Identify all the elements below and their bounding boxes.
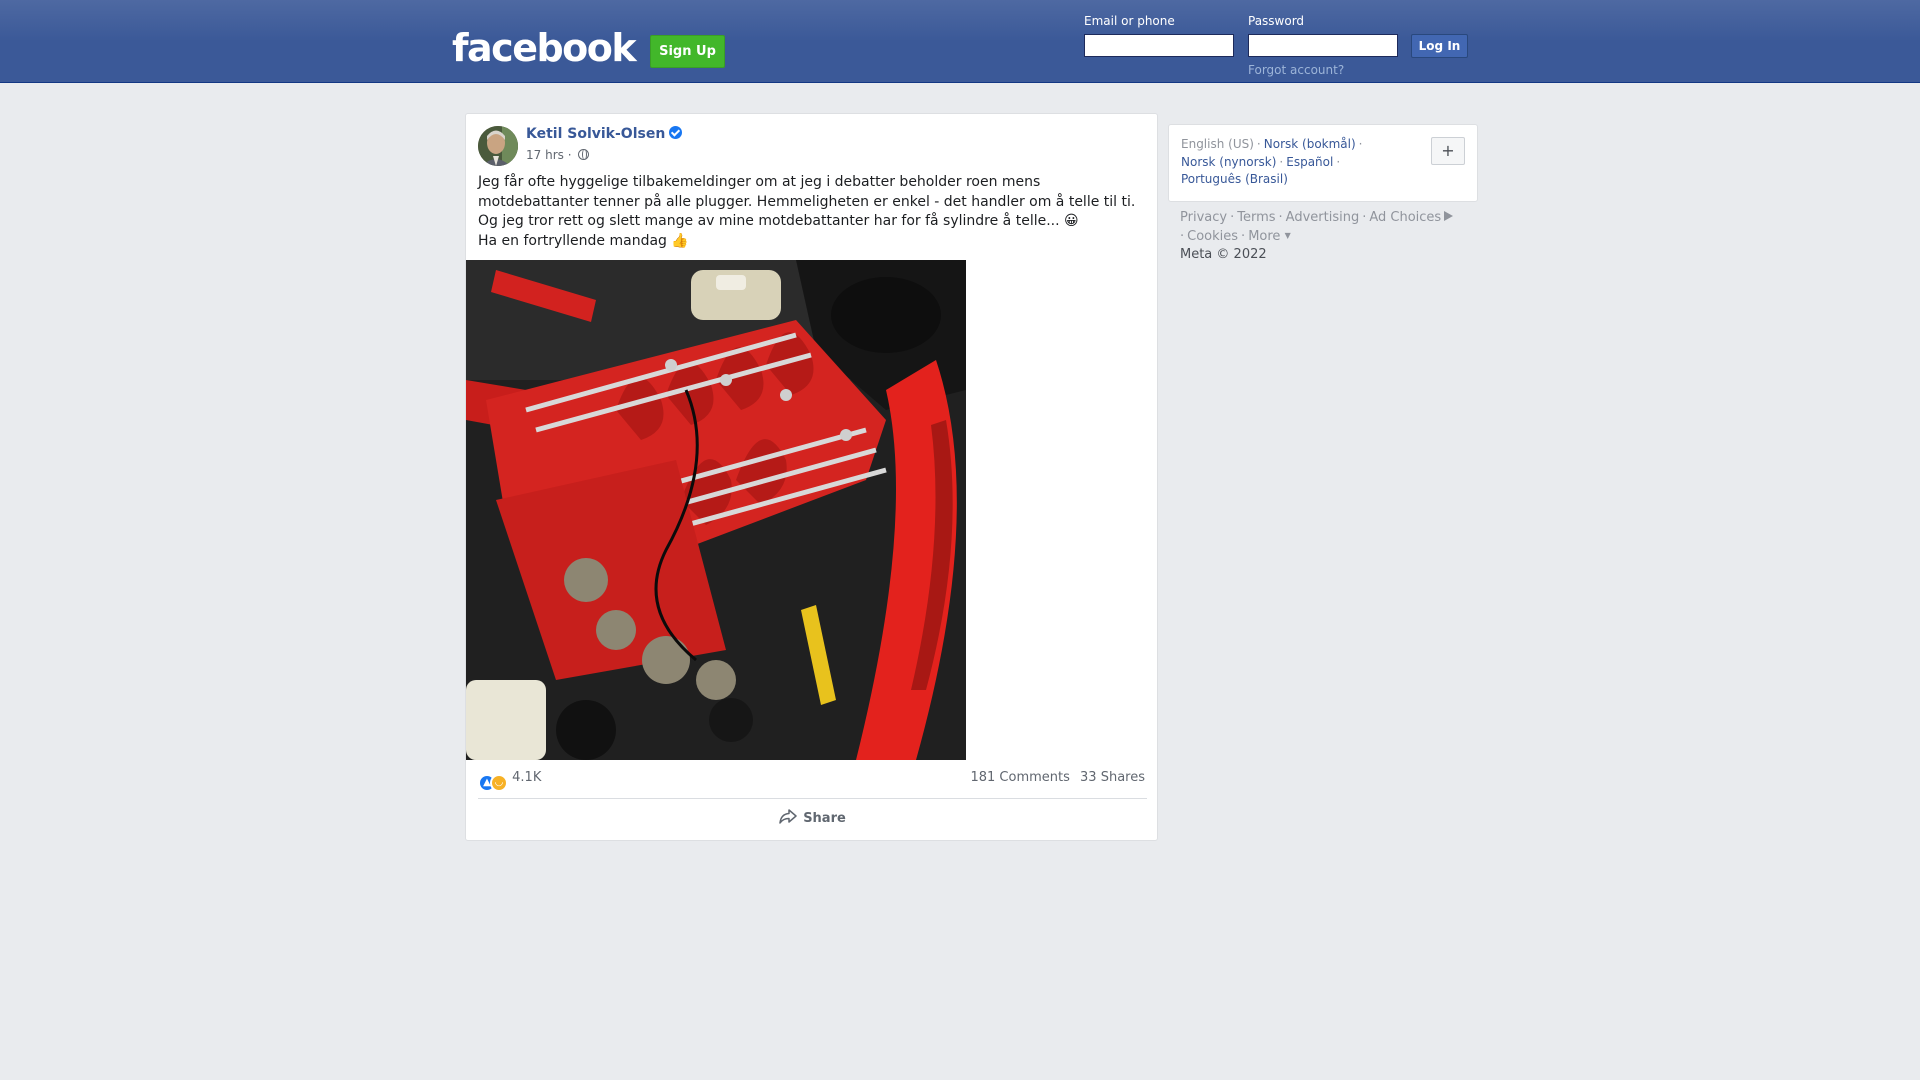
language-list: English (US) · Norsk (bokmål) · Norsk (nynor… — [1181, 137, 1363, 186]
footer-link-more[interactable]: More ▼ — [1248, 229, 1291, 244]
verified-badge-icon — [669, 126, 683, 139]
footer-links: Privacy · Terms · Advertising · Ad Choices · Co… — [1180, 209, 1480, 264]
ad-choices-icon — [1444, 211, 1454, 221]
forgot-account-link[interactable]: Forgot account? — [1248, 63, 1344, 77]
more-label: More — [1248, 229, 1281, 244]
language-link[interactable]: Norsk (nynorsk) — [1181, 155, 1276, 169]
add-language-button[interactable]: + — [1431, 137, 1465, 165]
footer-link-advertising[interactable]: Advertising — [1286, 210, 1360, 225]
share-label: Share — [803, 811, 846, 826]
footer-link-cookies[interactable]: Cookies — [1187, 229, 1238, 244]
password-label: Password — [1248, 14, 1305, 28]
caret-down-icon: ▼ — [1284, 231, 1291, 240]
email-field[interactable] — [1084, 34, 1234, 57]
copyright: Meta © 2022 — [1180, 247, 1267, 262]
post-text-line: motdebattanter tenner på alle plugger. H… — [478, 193, 1136, 210]
engagement-counts: 181 Comments 33 Shares — [964, 770, 1145, 785]
post-card: Ketil Solvik-Olsen 17 hrs · Jeg får ofte… — [465, 113, 1158, 841]
footer-link-privacy[interactable]: Privacy — [1180, 210, 1227, 225]
post-author-name: Ketil Solvik-Olsen — [526, 126, 666, 142]
post-text-line: Jeg får ofte hyggelige tilbakemeldinger … — [478, 174, 1041, 190]
facebook-logo[interactable]: facebook — [452, 22, 637, 74]
password-field[interactable] — [1248, 34, 1398, 57]
globe-icon[interactable] — [578, 149, 590, 160]
share-arrow-icon — [779, 809, 797, 824]
post-author-link[interactable]: Ketil Solvik-Olsen — [526, 126, 683, 142]
sign-up-button[interactable]: Sign Up — [650, 35, 725, 68]
divider — [478, 798, 1147, 799]
ad-choices-label: Ad Choices — [1369, 210, 1442, 225]
current-language: English (US) — [1181, 137, 1254, 151]
footer-link-terms[interactable]: Terms — [1237, 210, 1275, 225]
top-navigation-bar: facebook Sign Up Email or phone Password… — [0, 0, 1920, 83]
avatar[interactable] — [478, 126, 518, 166]
comments-count[interactable]: 181 Comments — [970, 770, 1069, 785]
language-link[interactable]: Português (Brasil) — [1181, 172, 1288, 186]
share-button[interactable]: Share — [478, 802, 1147, 836]
post-text-line: Ha en fortryllende mandag 👍 — [478, 232, 689, 249]
language-link[interactable]: Norsk (bokmål) — [1264, 137, 1356, 151]
post-timestamp[interactable]: 17 hrs — [526, 148, 564, 162]
post-meta: 17 hrs · — [526, 148, 590, 162]
log-in-button[interactable]: Log In — [1411, 34, 1468, 58]
language-selector-box: English (US) · Norsk (bokmål) · Norsk (nynor… — [1168, 124, 1478, 202]
shares-count[interactable]: 33 Shares — [1080, 770, 1145, 785]
email-label: Email or phone — [1084, 14, 1175, 28]
reaction-summary[interactable]: ▲ ◡ 4.1K — [478, 770, 541, 792]
language-link[interactable]: Español — [1286, 155, 1333, 169]
post-text-line: Og jeg tror rett og slett mange av mine … — [478, 213, 1079, 229]
reaction-count: 4.1K — [512, 770, 542, 785]
post-photo[interactable] — [466, 260, 966, 760]
haha-reaction-icon: ◡ — [490, 774, 508, 792]
post-message: Jeg får ofte hyggelige tilbakemeldinger … — [478, 173, 1150, 251]
footer-link-ad-choices[interactable]: Ad Choices — [1369, 210, 1454, 225]
meta-separator: · — [567, 148, 572, 162]
